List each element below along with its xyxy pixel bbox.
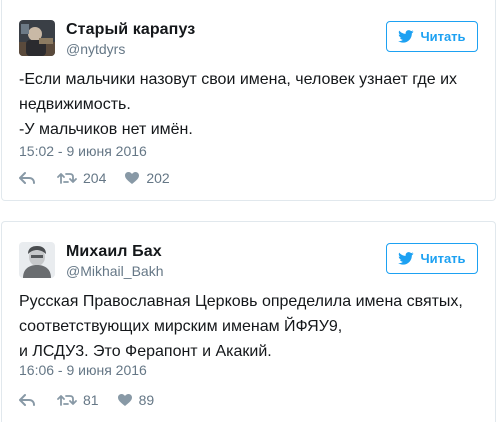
tweet-actions: 204 202: [19, 170, 188, 186]
retweet-button[interactable]: 204: [57, 170, 106, 186]
tweet-text: Русская Православная Церковь определила …: [19, 293, 463, 360]
avatar[interactable]: [19, 20, 55, 56]
twitter-bird-icon: [398, 30, 414, 43]
reply-button[interactable]: [19, 393, 35, 407]
tweet-timestamp[interactable]: 15:02 - 9 июня 2016: [19, 143, 147, 159]
reply-icon: [19, 171, 35, 185]
author-handle[interactable]: @nytdyrs: [66, 41, 125, 57]
author-name[interactable]: Михаил Бах: [66, 243, 162, 261]
heart-icon: [124, 171, 140, 185]
tweet-card: Михаил Бах @Mikhail_Bakh Читать Русская …: [1, 221, 496, 422]
author-handle[interactable]: @Mikhail_Bakh: [66, 263, 163, 279]
tweet-text: -Если мальчики назовут свои имена, челов…: [19, 71, 458, 138]
tweet-actions: 81 89: [19, 392, 172, 408]
author-name[interactable]: Старый карапуз: [66, 21, 195, 39]
tweet-timestamp[interactable]: 16:06 - 9 июня 2016: [19, 362, 147, 378]
like-count: 202: [146, 170, 170, 186]
tweet-card: Старый карапуз @nytdyrs Читать -Если мал…: [1, 0, 496, 201]
retweet-icon: [57, 171, 77, 185]
reply-icon: [19, 393, 35, 407]
retweet-button[interactable]: 81: [57, 392, 99, 408]
retweet-icon: [57, 393, 77, 407]
twitter-bird-icon: [398, 252, 414, 265]
reply-button[interactable]: [19, 171, 35, 185]
avatar[interactable]: [19, 242, 55, 278]
follow-button[interactable]: Читать: [386, 243, 478, 274]
follow-button-label: Читать: [420, 29, 466, 44]
follow-button-label: Читать: [420, 251, 466, 266]
like-button[interactable]: 202: [124, 170, 170, 186]
like-count: 89: [138, 392, 155, 408]
retweet-count: 204: [83, 170, 107, 186]
like-button[interactable]: 89: [117, 392, 155, 408]
heart-icon: [117, 393, 133, 407]
retweet-count: 81: [83, 392, 99, 408]
follow-button[interactable]: Читать: [386, 21, 478, 52]
